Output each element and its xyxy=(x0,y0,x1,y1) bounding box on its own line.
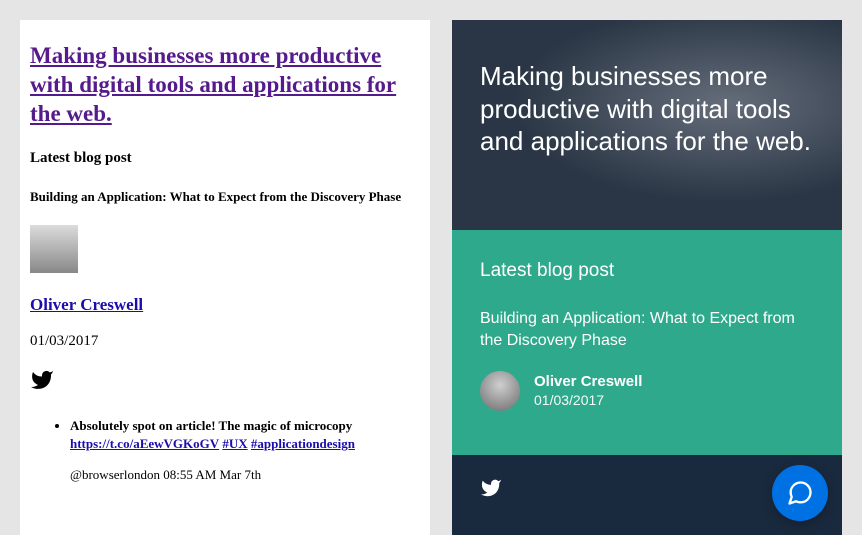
hero-section: Making businesses more productive with d… xyxy=(452,20,842,230)
latest-label: Latest blog post xyxy=(30,150,420,167)
twitter-icon[interactable] xyxy=(480,477,502,499)
chat-icon xyxy=(786,479,814,507)
right-panel: Making businesses more productive with d… xyxy=(452,20,842,535)
author-name[interactable]: Oliver Creswell xyxy=(534,373,642,390)
author-link[interactable]: Oliver Creswell xyxy=(30,295,420,315)
blog-section: Latest blog post Building an Application… xyxy=(452,230,842,455)
chat-button[interactable] xyxy=(772,465,828,521)
left-panel: Making businesses more productive with d… xyxy=(20,20,430,535)
tweet-item: Absolutely spot on article! The magic of… xyxy=(70,417,420,484)
post-title-link[interactable]: Building an Application: What to Expect … xyxy=(30,189,420,205)
latest-label: Latest blog post xyxy=(480,260,814,282)
tweet-link[interactable]: https://t.co/aEewVGKoGV xyxy=(70,436,219,451)
twitter-icon[interactable] xyxy=(30,368,420,417)
post-date: 01/03/2017 xyxy=(30,333,420,350)
author-avatar xyxy=(30,225,78,273)
post-date: 01/03/2017 xyxy=(534,392,642,408)
tweet-hashtag-applicationdesign[interactable]: #applicationdesign xyxy=(251,436,355,451)
tweet-meta: @browserlondon 08:55 AM Mar 7th xyxy=(70,466,420,484)
tweet-text: Absolutely spot on article! The magic of… xyxy=(70,418,352,433)
hero-link-unstyled[interactable]: Making businesses more productive with d… xyxy=(30,42,420,128)
post-title-link[interactable]: Building an Application: What to Expect … xyxy=(480,308,814,353)
hero-heading: Making businesses more productive with d… xyxy=(480,60,814,158)
author-avatar xyxy=(480,371,520,411)
tweet-hashtag-ux[interactable]: #UX xyxy=(222,436,247,451)
